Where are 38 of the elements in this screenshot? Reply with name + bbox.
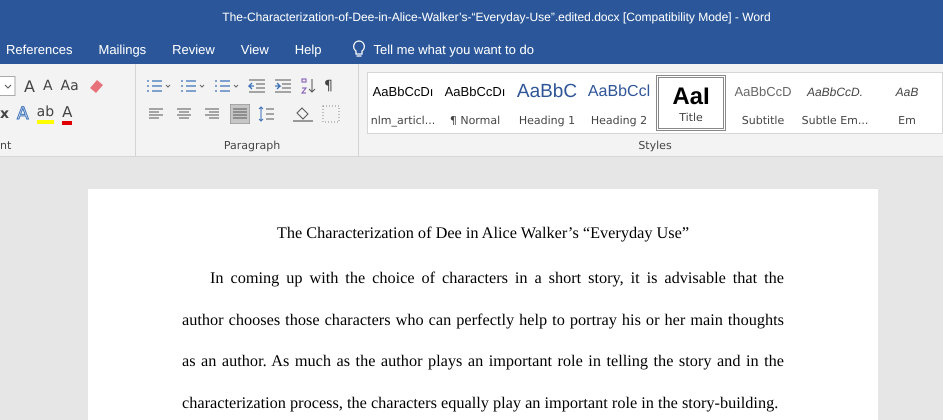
style-option[interactable]: AaBbCcD. Subtle Em... bbox=[800, 75, 870, 131]
borders-icon[interactable] bbox=[322, 105, 340, 123]
ribbon-tab[interactable]: Review bbox=[172, 42, 215, 56]
increase-indent-icon[interactable] bbox=[274, 79, 292, 93]
style-option[interactable]: AaI Title bbox=[656, 75, 726, 131]
ribbon-tab[interactable]: References bbox=[6, 42, 72, 56]
body-paragraph: In coming up with the choice of characters in a short story, it is advisable that the author chooses those characters who can perfectly help to portray his or her main thoughts as an author. As much as the author plays an important role in telling the story and in the characterization process, the characters equally play an important role in the story-building. bbox=[182, 267, 784, 414]
multilevel-list-icon[interactable] bbox=[214, 79, 240, 93]
change-case-button[interactable]: Aa bbox=[60, 78, 79, 94]
font-size-dropdown[interactable] bbox=[0, 76, 16, 96]
shrink-font-button[interactable]: A bbox=[42, 78, 53, 94]
decrease-indent-icon[interactable] bbox=[248, 79, 266, 93]
superscript-button[interactable]: x bbox=[0, 106, 10, 122]
numbering-icon[interactable] bbox=[180, 79, 206, 93]
ribbon-tab[interactable]: Help bbox=[294, 42, 322, 56]
window-title: The-Characterization-of-Dee-in-Alice-Walker’s-“Everyday-Use”.edited.docx [Compatibility Mode] - Word bbox=[222, 10, 771, 24]
bullets-icon[interactable] bbox=[146, 79, 172, 93]
style-option[interactable]: AaBbCcl Heading 2 bbox=[584, 75, 654, 131]
sort-icon[interactable] bbox=[300, 78, 316, 94]
style-option[interactable]: AaB Em bbox=[872, 75, 942, 131]
group-label: nt bbox=[0, 138, 12, 152]
style-option[interactable]: AaBbCcDı nlm_articl... bbox=[368, 75, 438, 131]
shading-icon[interactable] bbox=[292, 105, 314, 123]
tell-me-search[interactable]: Tell me what you want to do bbox=[374, 42, 534, 56]
style-option[interactable]: AaBbCcDı ¶ Normal bbox=[440, 75, 510, 131]
style-option[interactable]: AaBbC Heading 1 bbox=[512, 75, 582, 131]
document-title: The Characterization of Dee in Alice Walker’s “Everyday Use” bbox=[276, 223, 690, 243]
lightbulb-icon bbox=[352, 40, 366, 58]
show-formatting-button[interactable]: ¶ bbox=[324, 78, 333, 94]
ribbon-tab[interactable]: View bbox=[240, 42, 269, 56]
highlight-button[interactable]: ab bbox=[36, 104, 54, 124]
grow-font-button[interactable]: A bbox=[24, 76, 35, 96]
group-label: Styles bbox=[638, 138, 672, 152]
font-color-button[interactable]: A bbox=[62, 103, 72, 125]
align-icon[interactable] bbox=[230, 104, 250, 124]
style-option[interactable]: AaBbCcD Subtitle bbox=[728, 75, 798, 131]
ribbon-tab[interactable]: Mailings bbox=[98, 42, 146, 56]
group-label: Paragraph bbox=[224, 138, 280, 152]
